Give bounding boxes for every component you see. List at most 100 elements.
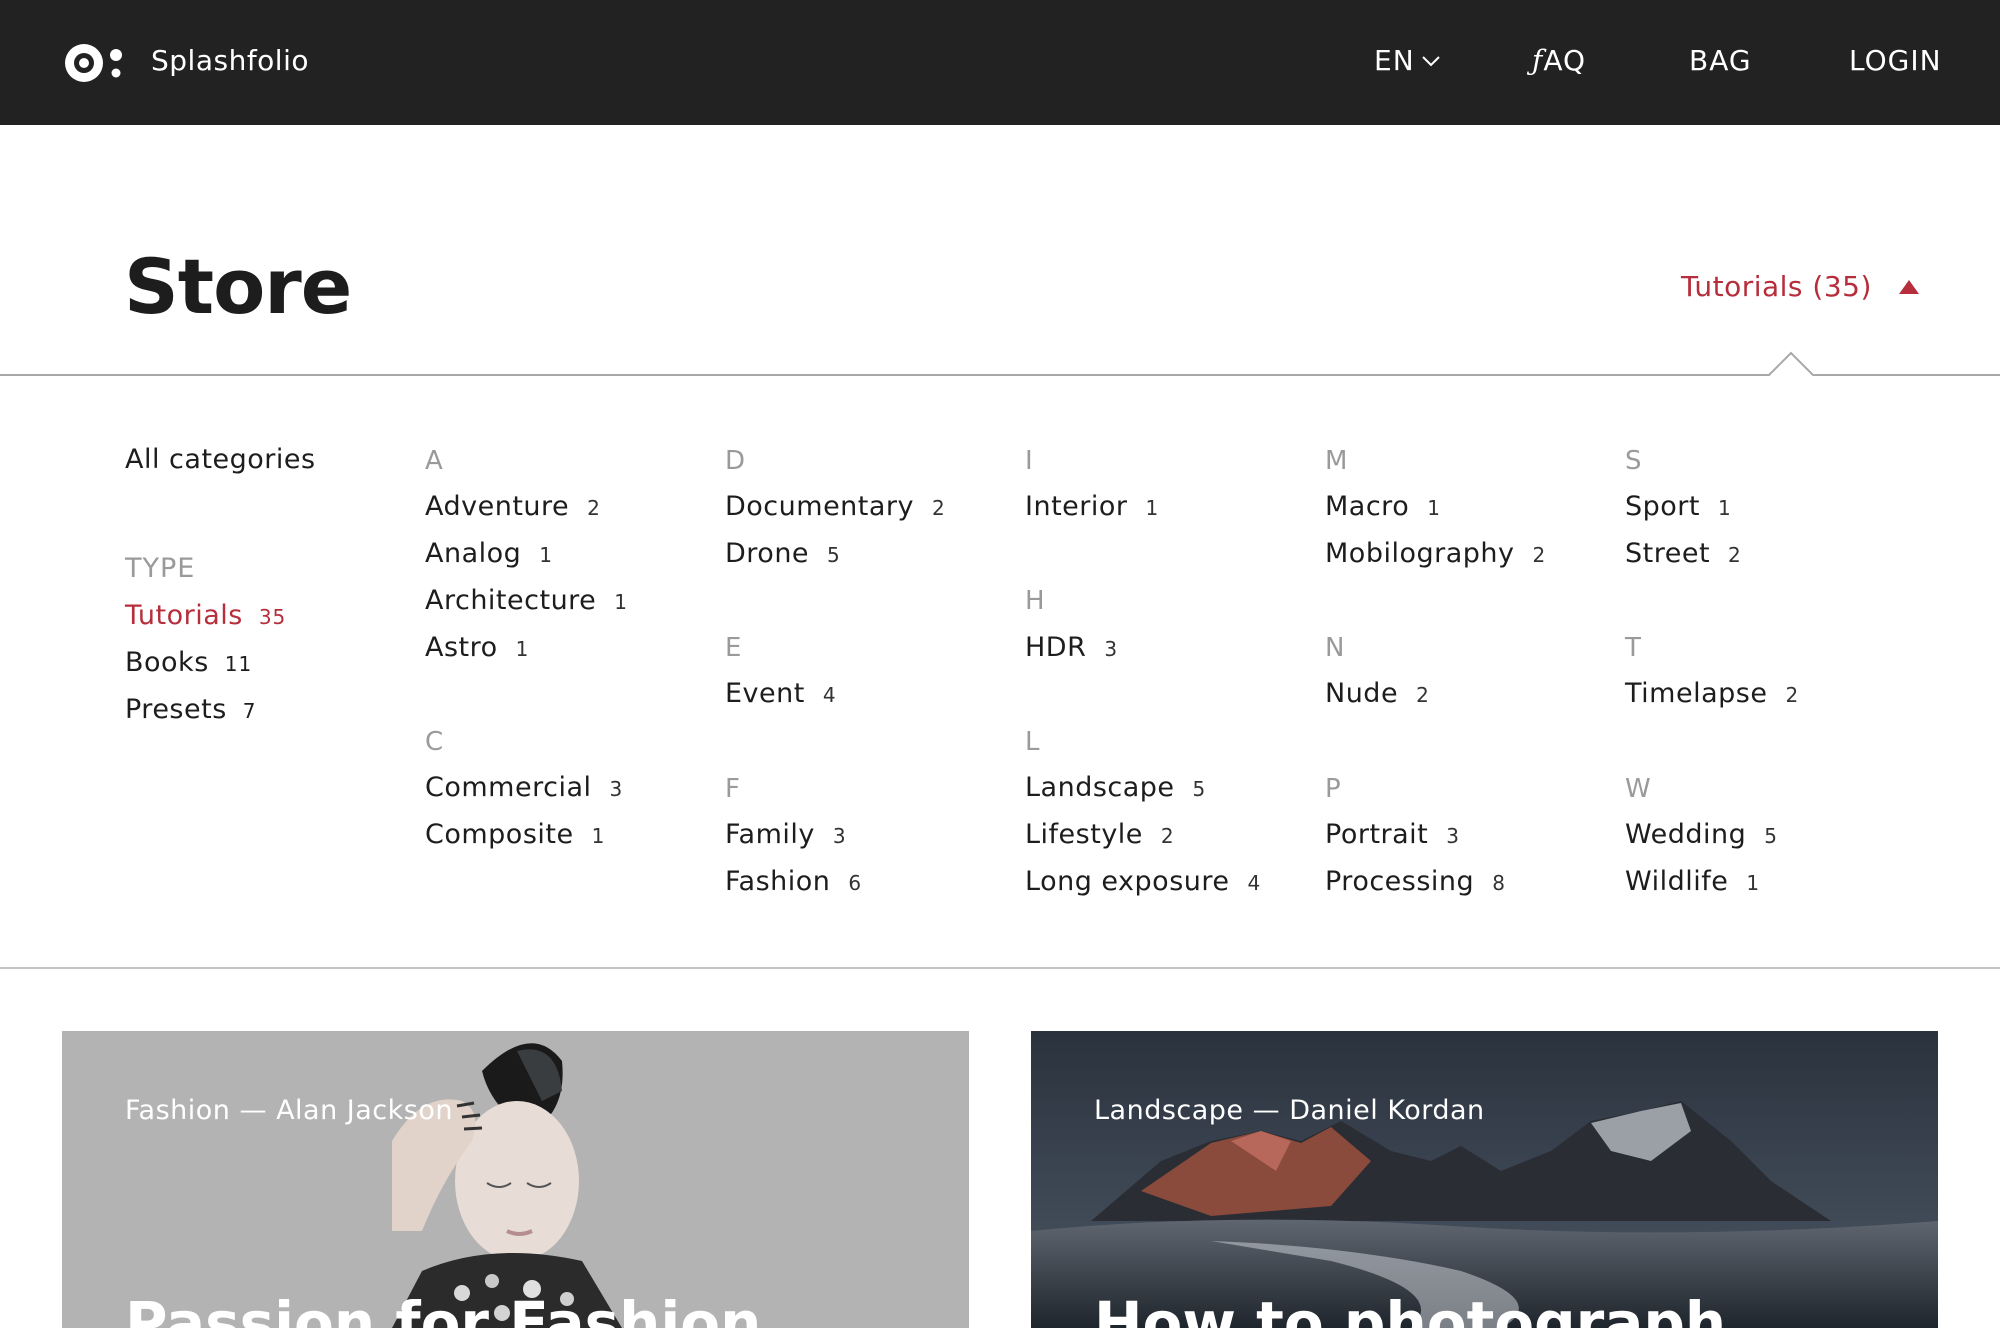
letter-heading-i: I xyxy=(1025,446,1033,476)
category-count: 2 xyxy=(1416,683,1430,707)
category-label: Architecture xyxy=(425,585,597,616)
category-street[interactable]: Street 2 xyxy=(1625,538,1742,569)
category-label: Composite xyxy=(425,819,574,850)
type-label: Tutorials xyxy=(125,600,243,631)
category-count: 2 xyxy=(1728,543,1742,567)
all-categories-link[interactable]: All categories xyxy=(125,444,316,475)
category-architecture[interactable]: Architecture 1 xyxy=(425,585,628,616)
filter-toggle-button[interactable]: Tutorials (35) xyxy=(1681,270,1920,303)
category-count: 8 xyxy=(1492,871,1506,895)
category-label: Lifestyle xyxy=(1025,819,1143,850)
nav-login-link[interactable]: LOGIN xyxy=(1849,44,1942,77)
splashfolio-logo-icon[interactable] xyxy=(62,39,130,87)
nav-faq-link[interactable]: ƒAQ xyxy=(1532,44,1586,77)
type-filter-books[interactable]: Books 11 xyxy=(125,647,252,678)
category-documentary[interactable]: Documentary 2 xyxy=(725,491,946,522)
category-label: Portrait xyxy=(1325,819,1429,850)
category-wildlife[interactable]: Wildlife 1 xyxy=(1625,866,1760,897)
category-interior[interactable]: Interior 1 xyxy=(1025,491,1159,522)
category-count: 5 xyxy=(1764,824,1778,848)
category-label: Interior xyxy=(1025,491,1128,522)
card-title: How to photograph xyxy=(1094,1289,1727,1328)
category-label: Family xyxy=(725,819,815,850)
nav-bag-link[interactable]: BAG xyxy=(1689,44,1752,77)
language-label: EN xyxy=(1374,44,1415,77)
category-label: Event xyxy=(725,678,805,709)
category-label: Drone xyxy=(725,538,810,569)
product-card-fashion[interactable]: Fashion — Alan Jackson Passion for Fashi… xyxy=(62,1031,969,1328)
category-composite[interactable]: Composite 1 xyxy=(425,819,605,850)
category-wedding[interactable]: Wedding 5 xyxy=(1625,819,1778,850)
category-analog[interactable]: Analog 1 xyxy=(425,538,553,569)
top-navigation-bar: Splashfolio EN ƒAQ BAG LOGIN xyxy=(0,0,2000,125)
letter-heading-a: A xyxy=(425,446,443,476)
category-label: Long exposure xyxy=(1025,866,1230,897)
category-mobilography[interactable]: Mobilography 2 xyxy=(1325,538,1546,569)
type-heading: TYPE xyxy=(125,553,196,584)
category-count: 5 xyxy=(1192,777,1207,801)
type-filter-tutorials[interactable]: Tutorials 35 xyxy=(125,600,286,631)
chevron-down-icon xyxy=(1421,55,1440,66)
category-label: Analog xyxy=(425,538,522,569)
product-card-landscape[interactable]: Landscape — Daniel Kordan How to photogr… xyxy=(1031,1031,1938,1328)
category-count: 1 xyxy=(1145,496,1160,520)
page-title: Store xyxy=(124,242,352,331)
type-count: 35 xyxy=(258,605,287,629)
category-commercial[interactable]: Commercial 3 xyxy=(425,772,623,803)
category-count: 2 xyxy=(1532,543,1547,567)
category-landscape[interactable]: Landscape 5 xyxy=(1025,772,1206,803)
category-label: Fashion xyxy=(725,866,831,897)
letter-heading-p: P xyxy=(1325,774,1341,804)
category-family[interactable]: Family 3 xyxy=(725,819,847,850)
category-count: 3 xyxy=(609,777,624,801)
category-astro[interactable]: Astro 1 xyxy=(425,632,529,663)
mountain-landscape-image xyxy=(1031,1031,1938,1328)
category-label: Wedding xyxy=(1625,819,1747,850)
category-count: 2 xyxy=(587,496,601,520)
category-nude[interactable]: Nude 2 xyxy=(1325,678,1430,709)
filter-panel-divider xyxy=(0,351,2000,376)
category-portrait[interactable]: Portrait 3 xyxy=(1325,819,1460,850)
category-label: Wildlife xyxy=(1625,866,1729,897)
category-count: 3 xyxy=(832,824,847,848)
category-hdr[interactable]: HDR 3 xyxy=(1025,632,1118,663)
type-label: Presets xyxy=(125,694,227,725)
category-count: 1 xyxy=(1717,496,1732,520)
category-long-exposure[interactable]: Long exposure 4 xyxy=(1025,866,1261,897)
category-count: 1 xyxy=(591,824,606,848)
category-event[interactable]: Event 4 xyxy=(725,678,837,709)
category-count: 2 xyxy=(1160,824,1175,848)
filter-toggle-label: Tutorials (35) xyxy=(1681,270,1872,303)
category-count: 2 xyxy=(1785,683,1800,707)
letter-heading-c: C xyxy=(425,727,444,757)
category-adventure[interactable]: Adventure 2 xyxy=(425,491,601,522)
letter-heading-w: W xyxy=(1625,774,1651,804)
category-label: Astro xyxy=(425,632,498,663)
brand-name[interactable]: Splashfolio xyxy=(151,44,309,77)
type-filter-presets[interactable]: Presets 7 xyxy=(125,694,257,725)
category-drone[interactable]: Drone 5 xyxy=(725,538,841,569)
category-count: 4 xyxy=(822,683,837,707)
category-macro[interactable]: Macro 1 xyxy=(1325,491,1441,522)
letter-heading-t: T xyxy=(1625,633,1641,663)
category-label: Mobilography xyxy=(1325,538,1515,569)
category-count: 6 xyxy=(848,871,863,895)
letter-heading-n: N xyxy=(1325,633,1345,663)
category-lifestyle[interactable]: Lifestyle 2 xyxy=(1025,819,1175,850)
category-label: Timelapse xyxy=(1625,678,1768,709)
category-timelapse[interactable]: Timelapse 2 xyxy=(1625,678,1799,709)
category-count: 1 xyxy=(515,637,530,661)
category-count: 2 xyxy=(932,496,946,520)
category-fashion[interactable]: Fashion 6 xyxy=(725,866,862,897)
category-processing[interactable]: Processing 8 xyxy=(1325,866,1506,897)
category-count: 4 xyxy=(1247,871,1262,895)
category-label: Processing xyxy=(1325,866,1475,897)
category-label: Documentary xyxy=(725,491,915,522)
category-sport[interactable]: Sport 1 xyxy=(1625,491,1732,522)
type-label: Books xyxy=(125,647,209,678)
language-selector[interactable]: EN xyxy=(1374,44,1441,77)
letter-heading-d: D xyxy=(725,446,746,476)
faq-prefix: ƒ xyxy=(1532,44,1544,77)
category-label: Nude xyxy=(1325,678,1399,709)
letter-heading-e: E xyxy=(725,633,742,663)
